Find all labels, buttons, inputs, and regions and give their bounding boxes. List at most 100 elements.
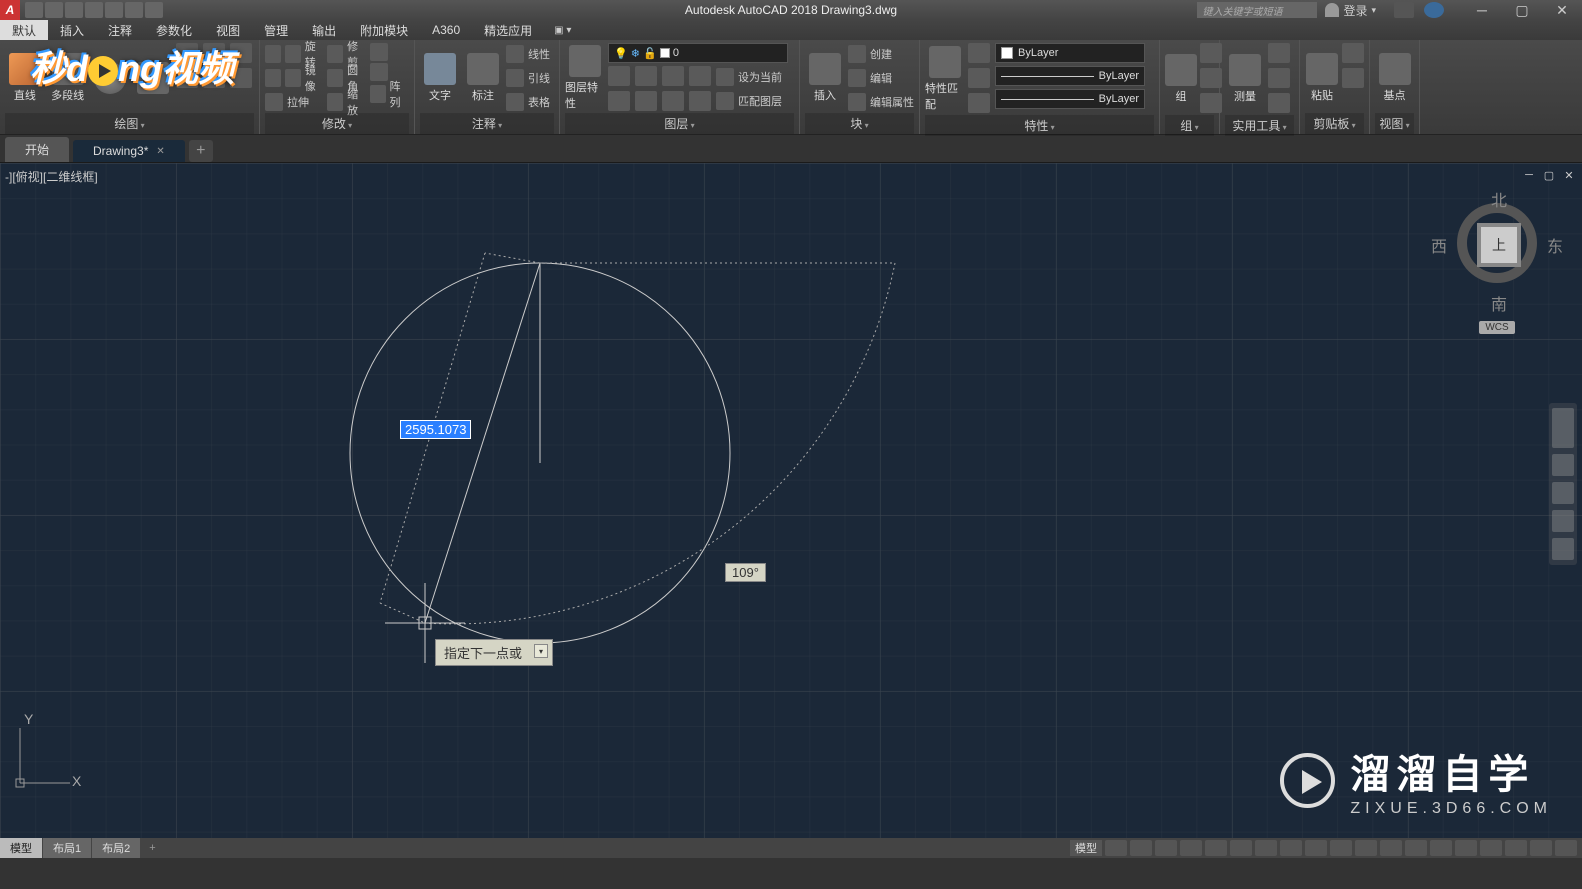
minimize-button[interactable]: ─ — [1462, 0, 1502, 20]
layer-lock-icon[interactable] — [662, 66, 684, 86]
edit-attr-button[interactable]: 编辑属性 — [848, 91, 914, 113]
layout-2[interactable]: 布局2 — [92, 838, 140, 858]
qat-save-icon[interactable] — [65, 2, 83, 18]
arc-button[interactable] — [133, 43, 173, 113]
nav-orbit-icon[interactable] — [1552, 510, 1574, 532]
status-osnap-icon[interactable] — [1205, 840, 1227, 856]
region-icon[interactable] — [230, 68, 252, 88]
status-workspace-icon[interactable] — [1355, 840, 1377, 856]
linetype-dropdown[interactable]: ByLayer — [995, 89, 1145, 109]
tab-output[interactable]: 输出 — [300, 20, 348, 40]
layer-off-icon[interactable] — [608, 66, 630, 86]
panel-properties-label[interactable]: 特性 — [925, 115, 1154, 136]
qat-new-icon[interactable] — [25, 2, 43, 18]
paste-button[interactable]: 粘贴 — [1305, 43, 1339, 113]
maximize-button[interactable]: ▢ — [1502, 0, 1542, 20]
base-button[interactable]: 基点 — [1375, 43, 1414, 113]
prop-list-icon[interactable] — [968, 68, 990, 88]
group-sel-icon[interactable] — [1200, 93, 1222, 113]
status-custom-icon[interactable] — [1555, 840, 1577, 856]
status-grid-icon[interactable] — [1105, 840, 1127, 856]
qat-redo-icon[interactable] — [145, 2, 163, 18]
compass-south[interactable]: 南 — [1491, 291, 1507, 315]
layer-iso-icon[interactable] — [689, 66, 711, 86]
tab-featured[interactable]: 精选应用 — [472, 20, 544, 40]
tab-annotate[interactable]: 注释 — [96, 20, 144, 40]
spline-icon[interactable] — [176, 68, 198, 88]
prop-trans-icon[interactable] — [968, 93, 990, 113]
tab-parametric[interactable]: 参数化 — [144, 20, 204, 40]
ellipse-icon[interactable] — [203, 43, 225, 63]
tab-start[interactable]: 开始 — [5, 137, 69, 162]
select-icon[interactable] — [1268, 43, 1290, 63]
edit-block-button[interactable]: 编辑 — [848, 67, 914, 89]
layout-add-button[interactable]: + — [141, 840, 163, 856]
status-polar-icon[interactable] — [1180, 840, 1202, 856]
layer-props-button[interactable]: 图层特性 — [565, 43, 605, 113]
tab-drawing3[interactable]: Drawing3*✕ — [73, 140, 185, 162]
leader-button[interactable]: 引线 — [506, 67, 550, 89]
panel-annotation-label[interactable]: 注释 — [420, 113, 554, 134]
app-icon[interactable]: A — [0, 0, 20, 20]
scale-button[interactable]: 缩放 — [327, 91, 366, 113]
viewcube[interactable]: 上 北 南 东 西 WCS — [1432, 193, 1562, 335]
status-cycle-icon[interactable] — [1305, 840, 1327, 856]
compass-west[interactable]: 西 — [1431, 233, 1447, 257]
calc-icon[interactable] — [1268, 93, 1290, 113]
cut-icon[interactable] — [1342, 43, 1364, 63]
status-snap-icon[interactable] — [1130, 840, 1152, 856]
measure-button[interactable]: 测量 — [1225, 43, 1265, 115]
set-current-button[interactable]: 设为当前 — [716, 66, 782, 88]
login-button[interactable]: 登录 ▾ — [1325, 2, 1376, 19]
tab-default[interactable]: 默认 — [0, 20, 48, 40]
layer-on-icon[interactable] — [608, 91, 630, 111]
layer-thaw-icon[interactable] — [635, 91, 657, 111]
table-button[interactable]: 表格 — [506, 91, 550, 113]
new-tab-button[interactable]: + — [189, 140, 213, 162]
qat-open-icon[interactable] — [45, 2, 63, 18]
hatch-icon[interactable] — [230, 43, 252, 63]
search-input[interactable]: 键入关键字或短语 — [1197, 2, 1317, 18]
panel-clipboard-label[interactable]: 剪贴板 — [1305, 113, 1364, 134]
match-layer-button[interactable]: 匹配图层 — [716, 90, 782, 112]
exchange-icon[interactable] — [1394, 2, 1414, 18]
panel-view-label[interactable]: 视图 — [1375, 113, 1414, 134]
status-transparency-icon[interactable] — [1280, 840, 1302, 856]
tab-a360[interactable]: A360 — [420, 20, 472, 40]
status-lock-icon[interactable] — [1455, 840, 1477, 856]
nav-pan-icon[interactable] — [1552, 454, 1574, 476]
compass-north[interactable]: 北 — [1491, 187, 1507, 211]
layer-uniso-icon[interactable] — [689, 91, 711, 111]
status-annomon-icon[interactable] — [1380, 840, 1402, 856]
tab-manage[interactable]: 管理 — [252, 20, 300, 40]
nav-wheel-icon[interactable] — [1552, 408, 1574, 448]
polyline-button[interactable]: 多段线 — [48, 43, 88, 113]
create-block-button[interactable]: 创建 — [848, 43, 914, 65]
group-button[interactable]: 组 — [1165, 43, 1197, 115]
layout-1[interactable]: 布局1 — [43, 838, 91, 858]
qat-plot-icon[interactable] — [105, 2, 123, 18]
line-button[interactable]: 直线 — [5, 43, 45, 113]
status-units-icon[interactable] — [1405, 840, 1427, 856]
panel-group-label[interactable]: 组 — [1165, 115, 1214, 136]
status-otrack-icon[interactable] — [1230, 840, 1252, 856]
prop-color-icon[interactable] — [968, 43, 990, 63]
status-hardware-icon[interactable] — [1480, 840, 1502, 856]
panel-block-label[interactable]: 块 — [805, 113, 914, 134]
panel-modify-label[interactable]: 修改 — [265, 113, 409, 134]
panel-utils-label[interactable]: 实用工具 — [1225, 115, 1294, 136]
status-ortho-icon[interactable] — [1155, 840, 1177, 856]
linear-button[interactable]: 线性 — [506, 43, 550, 65]
status-qp-icon[interactable] — [1430, 840, 1452, 856]
match-props-button[interactable]: 特性匹配 — [925, 43, 965, 115]
group-edit-icon[interactable] — [1200, 68, 1222, 88]
layer-freeze-icon[interactable] — [635, 66, 657, 86]
help-icon[interactable] — [1424, 2, 1444, 18]
insert-button[interactable]: 插入 — [805, 43, 845, 113]
drawing-area[interactable]: -][俯视][二维线框] ─ ▢ ✕ 2595.1073 109° 指定下一点或… — [0, 163, 1582, 838]
lineweight-dropdown[interactable]: ByLayer — [995, 66, 1145, 86]
point-icon[interactable] — [203, 68, 225, 88]
rectangle-icon[interactable] — [176, 43, 198, 63]
layer-unlock-icon[interactable] — [662, 91, 684, 111]
stretch-button[interactable]: 拉伸 — [265, 91, 324, 113]
